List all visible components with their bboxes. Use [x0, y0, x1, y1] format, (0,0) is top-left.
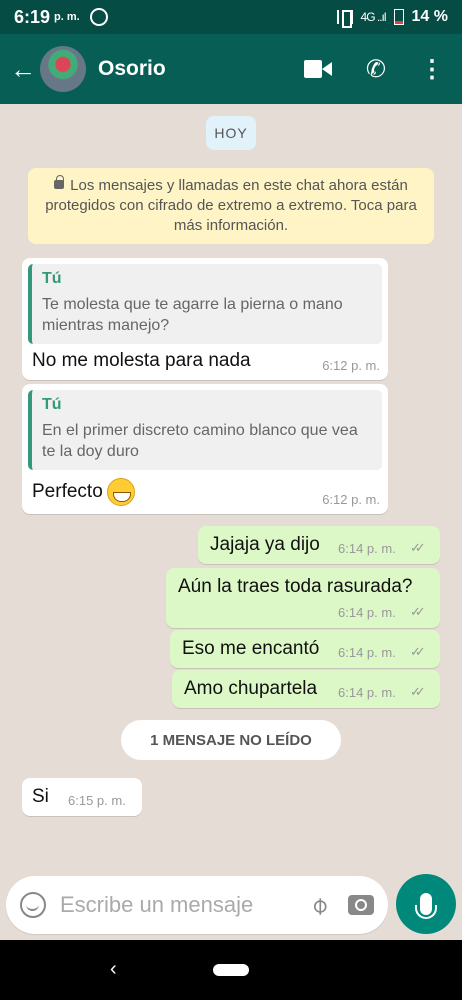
- message-text: Perfecto: [32, 481, 103, 503]
- attach-icon[interactable]: ⌀: [303, 890, 334, 921]
- status-bar: 6:19 p. m. 4G ..ıl 14 %: [0, 0, 462, 34]
- message-text: Si: [32, 786, 49, 807]
- message-bubble-incoming[interactable]: Tú En el primer discreto camino blanco q…: [22, 384, 388, 514]
- message-input-container[interactable]: ⌀: [6, 876, 388, 934]
- read-receipt-icon: ✓✓: [410, 684, 426, 699]
- contact-name[interactable]: Osorio: [98, 57, 166, 81]
- encryption-notice[interactable]: Los mensajes y llamadas en este chat aho…: [28, 168, 434, 244]
- system-navigation-bar: ‹: [0, 940, 462, 1000]
- lock-icon: [54, 175, 65, 189]
- signal-icon: 4G ..ıl: [360, 10, 387, 24]
- message-text: Eso me encantó: [182, 638, 320, 659]
- grinning-face-icon: [106, 478, 135, 506]
- message-text: No me molesta para nada: [32, 350, 251, 371]
- emoji-icon[interactable]: [20, 892, 46, 918]
- quoted-message[interactable]: Tú En el primer discreto camino blanco q…: [28, 390, 382, 470]
- phone-call-icon[interactable]: ✆: [366, 55, 386, 84]
- camera-icon[interactable]: [348, 895, 374, 915]
- message-text-with-emoji: Perfecto: [32, 478, 135, 506]
- contact-avatar[interactable]: [40, 46, 86, 92]
- video-call-icon[interactable]: [303, 60, 332, 78]
- message-bubble-outgoing[interactable]: Aún la traes toda rasurada? 6:14 p. m. ✓…: [166, 568, 440, 628]
- message-time: 6:14 p. m.: [338, 605, 396, 620]
- message-text: Amo chupartela: [184, 678, 318, 699]
- battery-percentage: 14 %: [411, 8, 448, 25]
- message-bubble-outgoing[interactable]: Eso me encantó 6:14 p. m. ✓✓: [170, 630, 440, 668]
- more-options-icon[interactable]: ⋮: [420, 55, 444, 84]
- encryption-notice-text: Los mensajes y llamadas en este chat aho…: [45, 177, 417, 234]
- message-time: 6:15 p. m.: [68, 793, 126, 808]
- message-text: Jajaja ya dijo: [210, 534, 320, 555]
- voice-record-button[interactable]: [396, 874, 456, 934]
- nav-back-icon[interactable]: ‹: [110, 958, 117, 981]
- message-time: 6:14 p. m.: [338, 645, 396, 660]
- message-time: 6:14 p. m.: [338, 685, 396, 700]
- quote-author: Tú: [42, 270, 62, 287]
- message-bubble-incoming[interactable]: Tú Te molesta que te agarre la pierna o …: [22, 258, 388, 380]
- nav-home-icon[interactable]: [213, 964, 249, 976]
- message-composer: ⌀: [0, 874, 462, 940]
- vibrate-icon: [336, 10, 353, 28]
- quoted-message[interactable]: Tú Te molesta que te agarre la pierna o …: [28, 264, 382, 344]
- date-chip: HOY: [206, 116, 256, 150]
- whatsapp-notification-icon: [89, 8, 108, 26]
- quote-text: Te molesta que te agarre la pierna o man…: [42, 296, 343, 334]
- read-receipt-icon: ✓✓: [410, 540, 426, 555]
- message-time: 6:12 p. m.: [322, 492, 380, 507]
- read-receipt-icon: ✓✓: [410, 604, 426, 619]
- microphone-icon: [415, 893, 437, 919]
- message-time: 6:12 p. m.: [322, 358, 380, 373]
- message-text: Aún la traes toda rasurada?: [178, 576, 413, 597]
- chat-header: ← Osorio ✆ ⋮: [0, 34, 462, 104]
- arrow-left-icon[interactable]: ←: [10, 56, 38, 82]
- quote-author: Tú: [42, 396, 62, 413]
- message-time: 6:14 p. m.: [338, 541, 396, 556]
- message-bubble-outgoing[interactable]: Jajaja ya dijo 6:14 p. m. ✓✓: [198, 526, 440, 564]
- chat-area[interactable]: HOY Los mensajes y llamadas en este chat…: [0, 104, 462, 874]
- status-ampm: p. m.: [54, 11, 80, 23]
- battery-icon: [393, 9, 404, 25]
- message-bubble-outgoing[interactable]: Amo chupartela 6:14 p. m. ✓✓: [172, 670, 440, 708]
- message-bubble-incoming[interactable]: Si 6:15 p. m.: [22, 778, 142, 816]
- unread-messages-chip: 1 MENSAJE NO LEÍDO: [121, 720, 341, 760]
- quote-text: En el primer discreto camino blanco que …: [42, 422, 358, 460]
- read-receipt-icon: ✓✓: [410, 644, 426, 659]
- status-time: 6:19: [14, 6, 51, 27]
- message-input[interactable]: [60, 892, 270, 918]
